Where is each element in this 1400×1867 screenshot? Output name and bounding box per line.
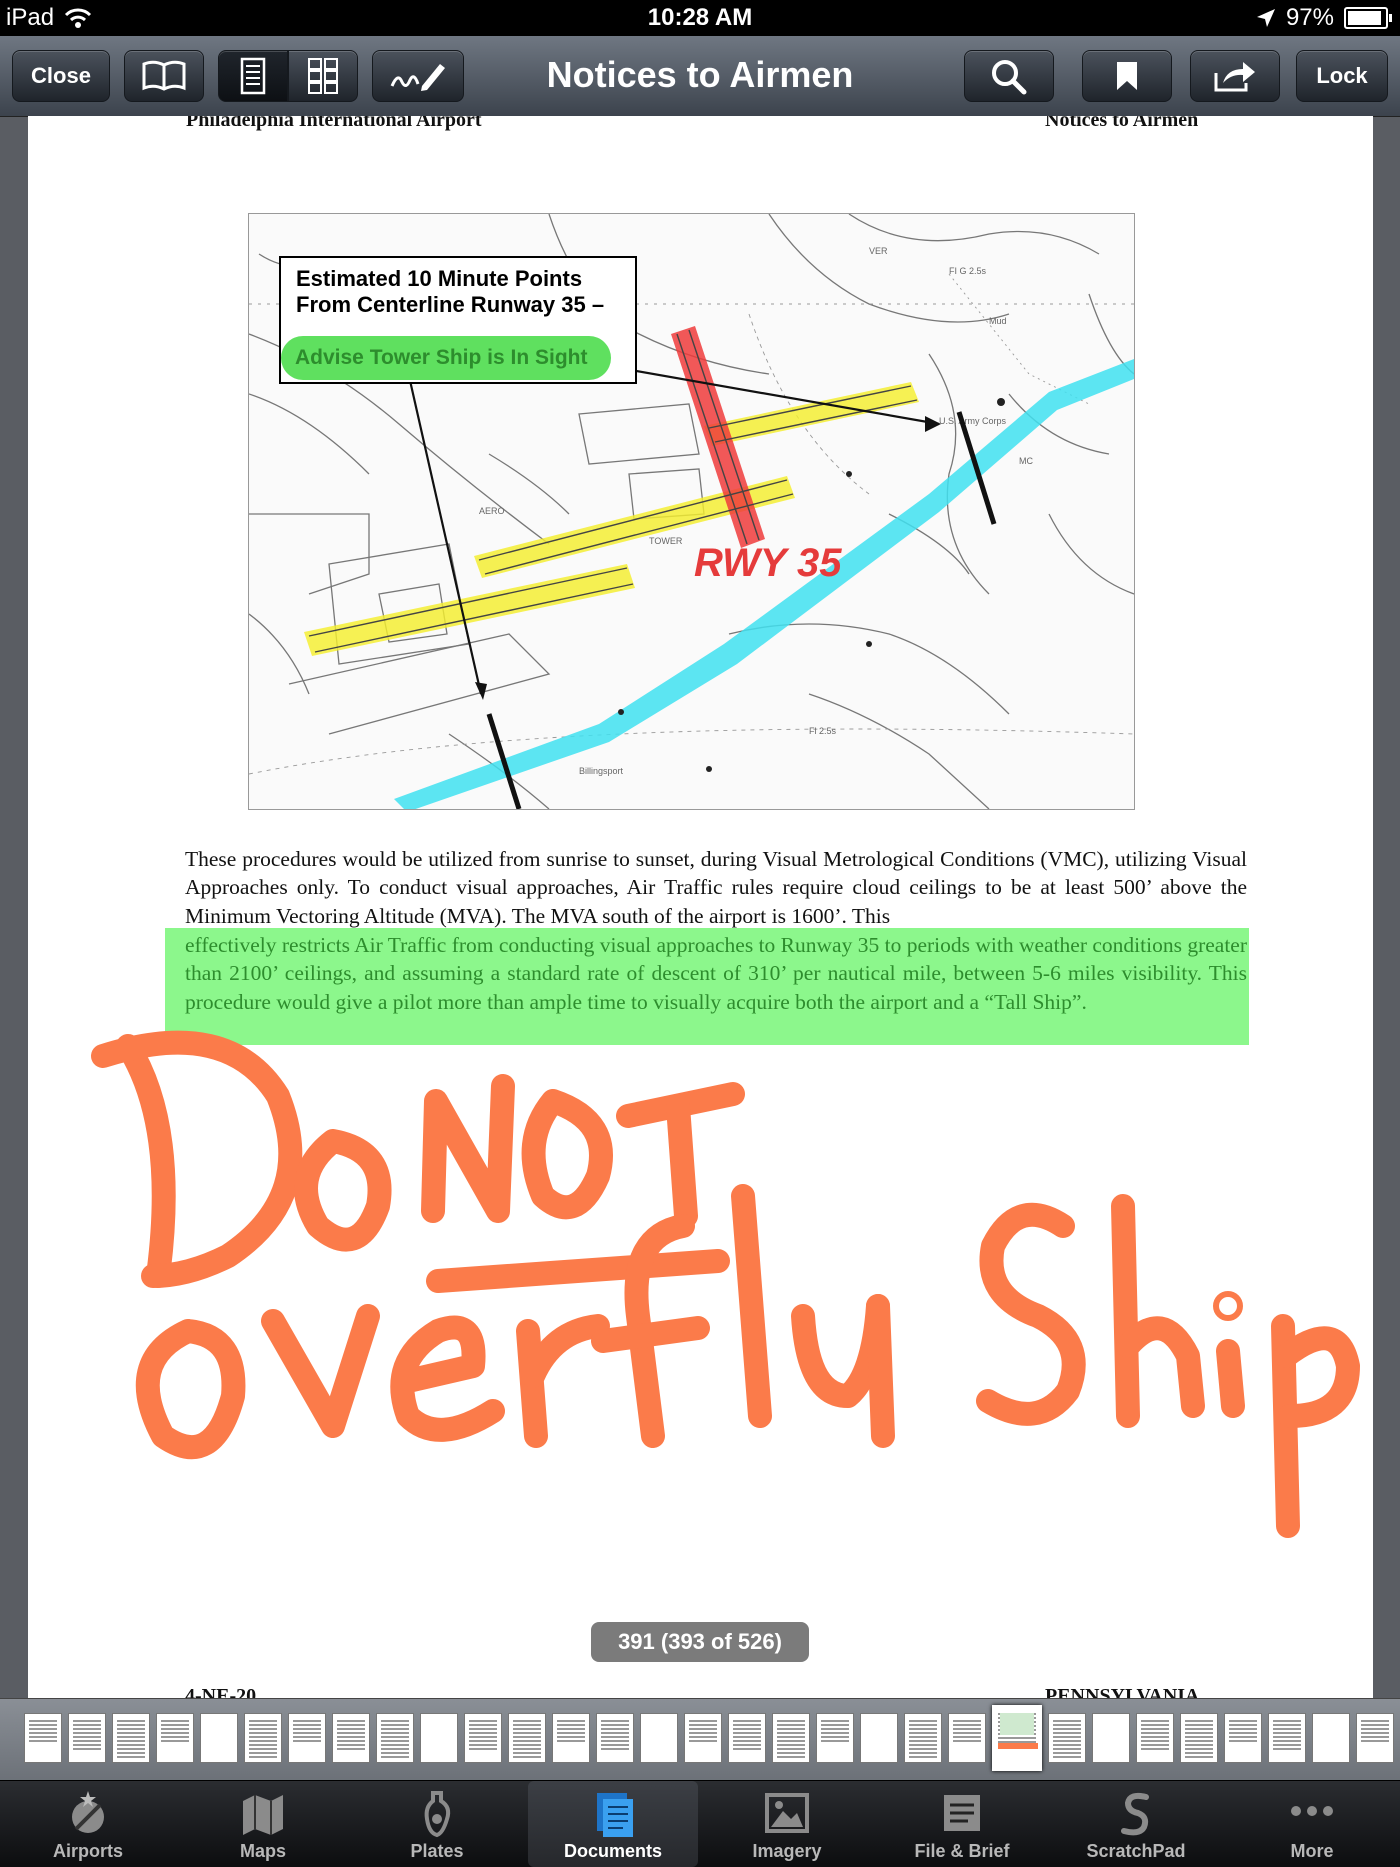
current-page-thumbnail[interactable] (992, 1705, 1042, 1771)
running-footer-left: 4-NE-20 (185, 1685, 257, 1698)
bookmark-icon (1117, 62, 1137, 90)
book-button[interactable] (124, 50, 204, 102)
page-thumbnail[interactable] (904, 1713, 942, 1763)
page-thumbnail[interactable] (1224, 1713, 1262, 1763)
page-thumbnail[interactable] (816, 1713, 854, 1763)
running-footer-right: PENNSYLVANIA (1045, 1685, 1200, 1698)
tab-scratchpad[interactable]: ScratchPad (1051, 1781, 1221, 1867)
page-thumbnail[interactable] (640, 1713, 678, 1763)
tab-documents[interactable]: Documents (528, 1781, 698, 1867)
share-button[interactable] (1190, 50, 1280, 102)
status-bar: iPad 10:28 AM 97% (0, 0, 1400, 36)
grid-view-button[interactable] (288, 50, 358, 102)
grid-view-icon (308, 58, 338, 94)
search-button[interactable] (964, 50, 1054, 102)
page-thumbnail[interactable] (1356, 1713, 1394, 1763)
annotate-pen-icon (390, 64, 445, 91)
page-thumbnail[interactable] (552, 1713, 590, 1763)
page-thumbnail[interactable] (1048, 1713, 1086, 1763)
lock-button[interactable]: Lock (1296, 50, 1388, 102)
page-thumbnail[interactable] (332, 1713, 370, 1763)
page-thumbnail[interactable] (1312, 1713, 1350, 1763)
page-thumbnail[interactable] (1092, 1713, 1130, 1763)
tab-label: Documents (563, 1841, 662, 1861)
page-thumbnail[interactable] (684, 1713, 722, 1763)
battery-icon (1344, 7, 1392, 29)
page-thumbnail[interactable] (596, 1713, 634, 1763)
tab-label: Airports (52, 1841, 123, 1861)
single-page-view-button[interactable] (218, 50, 288, 102)
page-thumbnail[interactable] (772, 1713, 810, 1763)
tab-label: File & Brief (914, 1841, 1010, 1861)
bottom-tab-bar: Airports Maps Plates Documents Imagery F… (0, 1780, 1400, 1867)
annotate-button[interactable] (372, 50, 464, 102)
tab-label: Plates (410, 1841, 464, 1861)
page-thumbnail-strip[interactable] (0, 1698, 1400, 1781)
page-thumbnail[interactable] (288, 1713, 326, 1763)
file-brief-icon (944, 1795, 980, 1831)
documents-icon (597, 1793, 633, 1837)
location-arrow-icon (1256, 9, 1275, 27)
page-thumbnail[interactable] (156, 1713, 194, 1763)
page-thumbnail[interactable] (464, 1713, 502, 1763)
page-thumbnail[interactable] (1136, 1713, 1174, 1763)
page-thumbnail[interactable] (860, 1713, 898, 1763)
close-button[interactable]: Close (12, 50, 110, 102)
handwritten-note (91, 1030, 1360, 1538)
book-icon (142, 60, 186, 91)
page-thumbnail[interactable] (24, 1713, 62, 1763)
tab-maps[interactable]: Maps (178, 1781, 348, 1867)
page-thumbnail[interactable] (376, 1713, 414, 1763)
tab-file-brief[interactable]: File & Brief (877, 1781, 1047, 1867)
tab-more[interactable]: More (1227, 1781, 1397, 1867)
page-thumbnail[interactable] (1180, 1713, 1218, 1763)
search-icon (992, 60, 1027, 95)
imagery-icon (765, 1793, 809, 1833)
tab-label: Maps (239, 1841, 286, 1861)
page-thumbnail[interactable] (244, 1713, 282, 1763)
battery-percent: 97% (1285, 4, 1334, 31)
plates-icon (424, 1791, 451, 1838)
page-thumbnail[interactable] (1268, 1713, 1306, 1763)
tab-plates[interactable]: Plates (352, 1781, 522, 1867)
battery-level (1348, 11, 1381, 25)
maps-icon (243, 1795, 283, 1835)
page-thumbnail[interactable] (200, 1713, 238, 1763)
more-dots-icon (1291, 1806, 1333, 1816)
page-number-indicator: 391 (393 of 526) (591, 1622, 809, 1662)
document-title: Notices to Airmen (546, 54, 854, 95)
page-thumbnail[interactable] (420, 1713, 458, 1763)
tab-label: Imagery (752, 1841, 822, 1861)
page-thumbnail[interactable] (728, 1713, 766, 1763)
tab-imagery[interactable]: Imagery (702, 1781, 872, 1867)
page-thumbnail[interactable] (948, 1713, 986, 1763)
tab-label: More (1290, 1841, 1334, 1861)
tab-label: ScratchPad (1086, 1841, 1186, 1861)
page-thumbnail[interactable] (112, 1713, 150, 1763)
bookmark-button[interactable] (1082, 50, 1172, 102)
tab-airports[interactable]: Airports (3, 1781, 173, 1867)
clock: 10:28 AM (647, 4, 753, 31)
share-icon (1214, 62, 1255, 92)
scratchpad-icon (1121, 1792, 1149, 1836)
page-thumbnail[interactable] (68, 1713, 106, 1763)
single-page-icon (240, 57, 266, 95)
top-toolbar: Close Notices to Airmen Lock (0, 36, 1400, 117)
page-thumbnail[interactable] (508, 1713, 546, 1763)
document-page[interactable]: Philadelphia International Airport Notic… (28, 116, 1373, 1698)
airports-compass-icon (72, 1791, 104, 1833)
